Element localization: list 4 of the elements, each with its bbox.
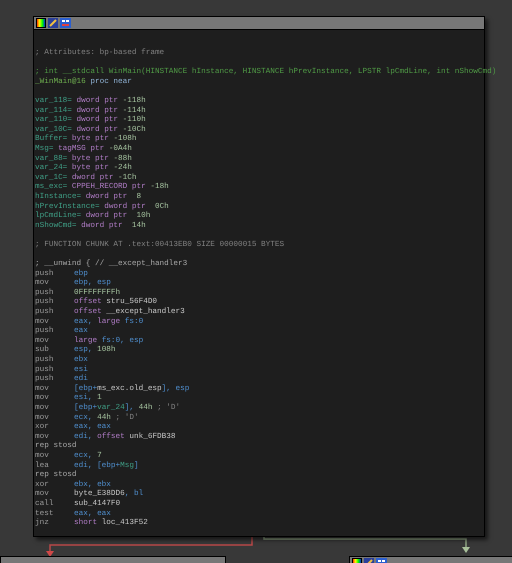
graph-icon[interactable] <box>60 18 71 28</box>
pencil-icon[interactable] <box>48 18 58 28</box>
graph-node[interactable] <box>0 556 226 563</box>
palette-icon[interactable] <box>36 18 46 28</box>
